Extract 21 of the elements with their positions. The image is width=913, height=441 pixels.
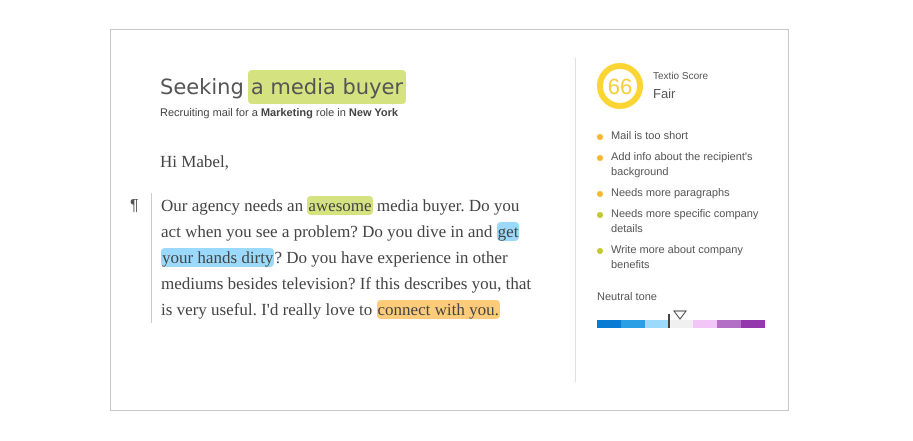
highlighted-phrase: a media buyer	[248, 70, 406, 104]
mail-paragraph[interactable]: Our agency needs an awesome media buyer. Do you act when you see a problem? Do you dive in and get your hands dirty? Do you have experience in other mediums besides television? If this describes you, that is very useful. I'd really love to connect with you.	[151, 193, 543, 323]
highlighted-phrase[interactable]: connect with you.	[376, 300, 500, 319]
suggestion-text: Write more about company benefits	[611, 243, 744, 273]
score-label: Textio Score	[653, 70, 708, 84]
mail-title: Seeking	[160, 74, 244, 101]
suggestion-text: Mail is too short	[611, 129, 690, 144]
suggestion-text: Add info about the recipient's background	[611, 150, 754, 180]
highlighted-phrase[interactable]: awesome	[307, 196, 373, 215]
tone-marker	[668, 314, 670, 328]
highlighted-phrase[interactable]: get	[496, 222, 520, 241]
triangle-icon	[673, 310, 687, 320]
mail-subtitle: Recruiting mail for a Marketing role in New York	[159, 106, 400, 121]
suggestion-text: Needs more paragraphs	[611, 186, 731, 201]
score-ring: 66	[597, 63, 643, 109]
highlighted-phrase[interactable]: your hands dirty	[161, 248, 274, 267]
suggestion-text: Needs more specific company details	[611, 207, 760, 237]
tone-label: Neutral tone	[597, 290, 658, 305]
greeting: Hi Mabel,	[159, 150, 230, 172]
score-rating: Fair	[653, 84, 676, 103]
paragraph-icon[interactable]: ¶	[130, 193, 151, 323]
